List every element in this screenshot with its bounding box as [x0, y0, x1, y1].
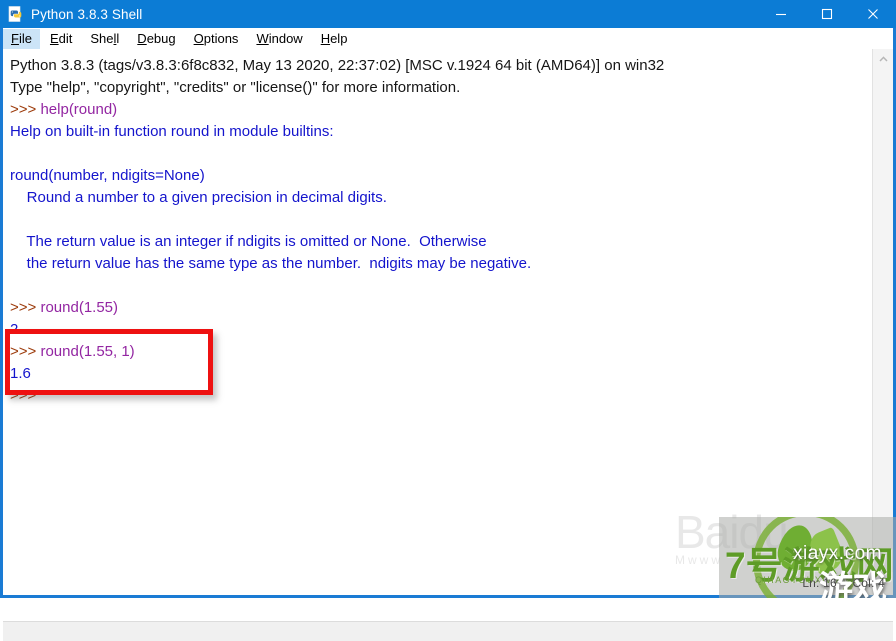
- console-output-text: The return value is an integer if ndigit…: [10, 233, 487, 250]
- console-output-text: round(number, ndigits=None): [10, 167, 205, 184]
- shell-text-area[interactable]: Python 3.8.3 (tags/v3.8.3:6f8c832, May 1…: [3, 49, 872, 572]
- title-bar: Python 3.8.3 Shell: [0, 0, 896, 28]
- console-line: Round a number to a given precision in d…: [10, 187, 387, 209]
- console-line: Python 3.8.3 (tags/v3.8.3:6f8c832, May 1…: [10, 55, 664, 77]
- window-title: Python 3.8.3 Shell: [31, 6, 143, 22]
- console-prompt: >>>: [10, 101, 41, 118]
- minimize-button[interactable]: [758, 0, 804, 28]
- shell-text-area-container: Python 3.8.3 (tags/v3.8.3:6f8c832, May 1…: [3, 49, 893, 641]
- menu-item-shell[interactable]: Shell: [82, 29, 127, 49]
- menu-bar: File Edit Shell Debug Options Window Help: [3, 28, 893, 50]
- console-banner-text: Type "help", "copyright", "credits" or "…: [10, 79, 461, 96]
- menu-item-help[interactable]: Help: [313, 29, 356, 49]
- console-output-text: Help on built-in function round in modul…: [10, 123, 334, 140]
- vertical-scrollbar[interactable]: [872, 49, 893, 572]
- python-idle-icon: [8, 6, 24, 22]
- maximize-button[interactable]: [804, 0, 850, 28]
- console-line: Type "help", "copyright", "credits" or "…: [10, 77, 460, 99]
- console-output-text: Round a number to a given precision in d…: [10, 189, 387, 206]
- console-line: >>> help(round): [10, 99, 117, 121]
- status-col-indicator: Col: 4: [852, 576, 885, 590]
- console-banner-text: Python 3.8.3 (tags/v3.8.3:6f8c832, May 1…: [10, 57, 665, 74]
- status-line-indicator: Ln: 16: [802, 576, 837, 590]
- console-prompt: >>>: [10, 299, 41, 316]
- red-highlight-annotation: [5, 329, 213, 395]
- menu-item-window[interactable]: Window: [248, 29, 310, 49]
- console-line: Help on built-in function round in modul…: [10, 121, 334, 143]
- console-line: The return value is an integer if ndigit…: [10, 231, 487, 253]
- console-input-text: help(round): [40, 101, 118, 118]
- close-button[interactable]: [850, 0, 896, 28]
- console-output-text: the return value has the same type as th…: [10, 255, 532, 272]
- scroll-up-arrow-icon[interactable]: [873, 49, 893, 69]
- console-line: >>> round(1.55): [10, 297, 118, 319]
- console-line: round(number, ndigits=None): [10, 165, 205, 187]
- menu-item-edit[interactable]: Edit: [42, 29, 80, 49]
- console-line: the return value has the same type as th…: [10, 253, 531, 275]
- menu-item-debug[interactable]: Debug: [129, 29, 183, 49]
- window-controls: [758, 0, 896, 28]
- status-bar: Ln: 16 Col: 4: [790, 576, 885, 590]
- idle-shell-window: Python 3.8.3 Shell File Edit Shell Debug Opt…: [0, 0, 896, 641]
- menu-item-options[interactable]: Options: [186, 29, 247, 49]
- horizontal-scrollbar[interactable]: [3, 621, 893, 641]
- console-input-text: round(1.55): [40, 299, 119, 316]
- menu-item-file[interactable]: File: [3, 28, 40, 49]
